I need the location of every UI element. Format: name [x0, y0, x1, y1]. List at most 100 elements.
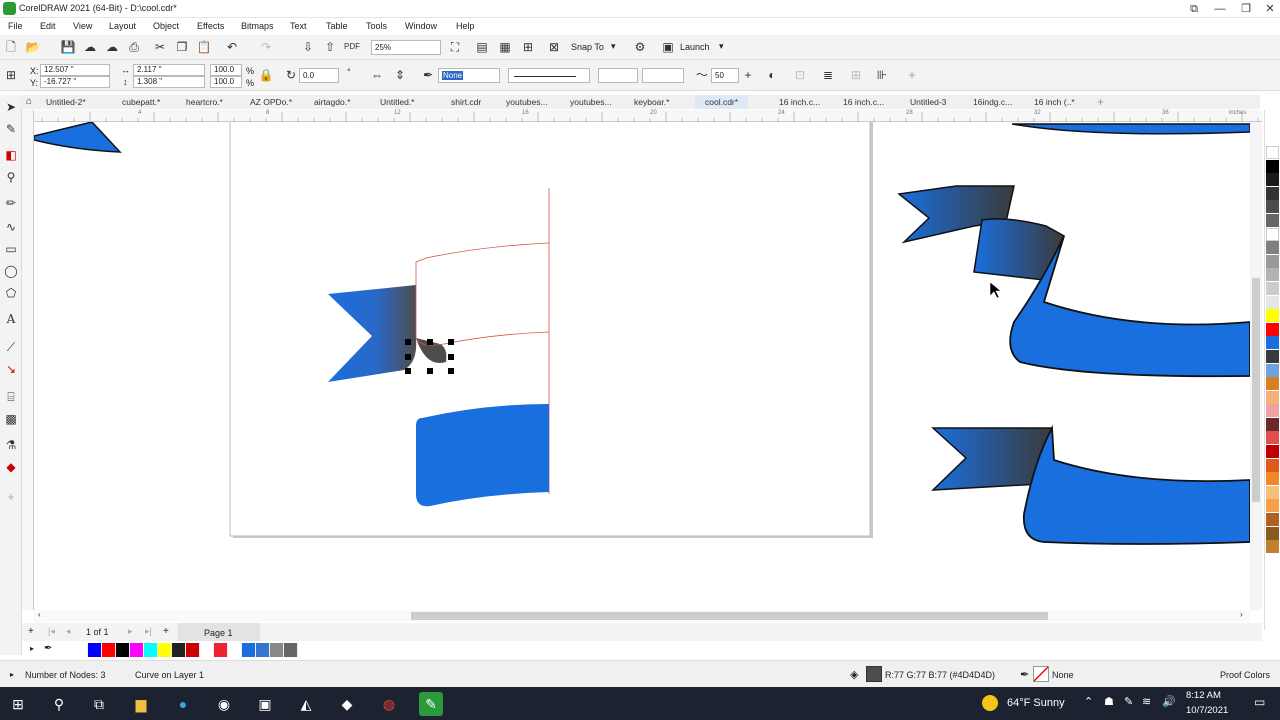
color-swatch[interactable]	[1266, 472, 1279, 486]
color-swatch[interactable]	[1266, 404, 1279, 418]
eyedropper-tool-icon[interactable]: ⚗	[3, 437, 19, 453]
app-icon[interactable]: ●	[171, 692, 195, 716]
document-color-swatch[interactable]	[144, 643, 158, 657]
combine-icon[interactable]: ⊞	[848, 67, 864, 83]
color-swatch[interactable]	[1266, 390, 1279, 404]
polygon-tool-icon[interactable]: ⬠	[3, 285, 19, 301]
pen-icon[interactable]: ✎	[1124, 695, 1133, 708]
no-color-swatch[interactable]	[74, 643, 88, 657]
menu-tools[interactable]: Tools	[366, 21, 387, 31]
first-page-icon[interactable]: |◂	[48, 626, 55, 637]
wifi-icon[interactable]: ≋	[1142, 695, 1151, 708]
artistic-media-icon[interactable]: ∿	[3, 219, 19, 235]
tab-cool-active[interactable]: cool.cdr*	[695, 95, 749, 109]
notifications-icon[interactable]: ▭	[1254, 695, 1265, 709]
zoom-tool-icon[interactable]: ⚲	[3, 169, 19, 185]
tab-youtubes-1[interactable]: youtubes...	[506, 95, 548, 109]
cut-icon[interactable]: ✂	[152, 39, 168, 55]
color-swatch[interactable]	[1266, 349, 1279, 363]
outline-width-dropdown[interactable]	[508, 68, 590, 83]
document-color-swatch[interactable]	[214, 643, 228, 657]
document-color-swatch[interactable]	[130, 643, 144, 657]
menu-effects[interactable]: Effects	[197, 21, 224, 31]
y-position-field[interactable]: -16.727 "	[40, 76, 110, 88]
scale-height-field[interactable]: 100.0	[210, 76, 242, 88]
scale-width-field[interactable]: 100.0	[210, 64, 242, 76]
restore-icon[interactable]: ⧉	[1182, 0, 1206, 18]
width-field[interactable]: 2.117 "	[133, 64, 205, 76]
tab-airtagdo[interactable]: airtagdo.*	[314, 95, 350, 109]
text-tool-icon[interactable]: A	[3, 311, 19, 327]
tab-youtubes-2[interactable]: youtubes...	[570, 95, 612, 109]
tab-16-inch-2[interactable]: 16 inch.c...	[843, 95, 884, 109]
network-icon[interactable]: ☗	[1104, 695, 1114, 708]
tab-shirt[interactable]: shirt.cdr	[451, 95, 481, 109]
last-page-icon[interactable]: ▸|	[145, 626, 152, 637]
horizontal-ruler[interactable]: 4 8 12 16 20 24 28 32 36 inches	[22, 110, 1262, 122]
color-swatch[interactable]	[1266, 200, 1279, 214]
color-swatch[interactable]	[1266, 336, 1279, 350]
menu-view[interactable]: View	[73, 21, 92, 31]
color-swatch[interactable]	[1266, 146, 1279, 159]
mirror-horizontal-icon[interactable]: ⇔	[369, 67, 385, 83]
dimension-tool-icon[interactable]: ⟋	[3, 339, 19, 355]
color-swatch[interactable]	[1266, 173, 1279, 187]
document-color-swatch[interactable]	[116, 643, 130, 657]
plus-icon[interactable]: +	[740, 67, 756, 83]
drawing-canvas[interactable]	[34, 122, 1250, 610]
app-icon[interactable]: ◭	[294, 692, 318, 716]
color-swatch[interactable]	[1266, 526, 1279, 540]
menu-bitmaps[interactable]: Bitmaps	[241, 21, 274, 31]
scroll-right-icon[interactable]: ›	[1240, 610, 1243, 619]
tab-keyboar[interactable]: keyboar.*	[634, 95, 669, 109]
minimize-button[interactable]: —	[1208, 0, 1232, 18]
color-swatch[interactable]	[1266, 213, 1279, 227]
copy-icon[interactable]: ❐	[174, 39, 190, 55]
tab-untitled[interactable]: Untitled.*	[380, 95, 415, 109]
document-color-swatch[interactable]	[284, 643, 298, 657]
rectangle-tool-icon[interactable]: ▭	[3, 241, 19, 257]
end-arrow-dropdown[interactable]	[642, 68, 684, 83]
launch-dropdown[interactable]: Launch	[680, 42, 710, 52]
launch-icon[interactable]: ▣	[660, 39, 676, 55]
horizontal-scrollbar[interactable]: ‹ ›	[34, 610, 1250, 622]
color-swatch[interactable]	[1266, 281, 1279, 295]
show-guidelines-icon[interactable]: ⊞	[520, 39, 536, 55]
document-color-swatch[interactable]	[228, 643, 242, 657]
snap-off-icon[interactable]: ⊠	[546, 39, 562, 55]
outline-none-swatch[interactable]	[1033, 666, 1049, 682]
color-swatch[interactable]	[1266, 417, 1279, 431]
undo-icon[interactable]: ↶	[224, 39, 240, 55]
page-tab[interactable]: Page 1	[178, 623, 260, 641]
document-color-swatch[interactable]	[242, 643, 256, 657]
next-page-icon[interactable]: ▸	[128, 626, 133, 637]
tab-untitled-3[interactable]: Untitled-3	[910, 95, 946, 109]
scroll-left-icon[interactable]: ‹	[38, 610, 41, 619]
zoom-level-field[interactable]: 25%	[371, 40, 441, 55]
menu-file[interactable]: File	[8, 21, 23, 31]
color-swatch[interactable]	[1266, 363, 1279, 377]
color-swatch[interactable]	[1266, 159, 1279, 173]
print-icon[interactable]: ⎙	[126, 39, 142, 55]
color-swatch[interactable]	[1266, 540, 1279, 554]
ellipse-tool-icon[interactable]: ◯	[3, 263, 19, 279]
color-swatch[interactable]	[1266, 485, 1279, 499]
snap-to-dropdown[interactable]: Snap To	[571, 42, 604, 52]
show-grid-icon[interactable]: ▦	[497, 39, 513, 55]
fill-dropdown[interactable]: None	[438, 68, 500, 83]
shape-tool-icon[interactable]: ✎	[3, 121, 19, 137]
document-color-swatch[interactable]	[270, 643, 284, 657]
x-position-field[interactable]: 12.507 "	[40, 64, 110, 76]
document-color-swatch[interactable]	[256, 643, 270, 657]
color-swatch[interactable]	[1266, 499, 1279, 513]
color-swatch[interactable]	[1266, 445, 1279, 459]
proof-colors-toggle[interactable]: Proof Colors	[1220, 670, 1270, 680]
palette-expand-icon[interactable]: ▸	[30, 644, 34, 653]
menu-object[interactable]: Object	[153, 21, 179, 31]
smoothing-field[interactable]: 50	[711, 68, 739, 83]
show-rulers-icon[interactable]: ▤	[474, 39, 490, 55]
close-curve-icon[interactable]: ◐	[764, 67, 780, 83]
clock-time[interactable]: 8:12 AM	[1186, 690, 1221, 701]
prev-page-icon[interactable]: ◂	[66, 626, 71, 637]
color-swatch[interactable]	[1266, 186, 1279, 200]
